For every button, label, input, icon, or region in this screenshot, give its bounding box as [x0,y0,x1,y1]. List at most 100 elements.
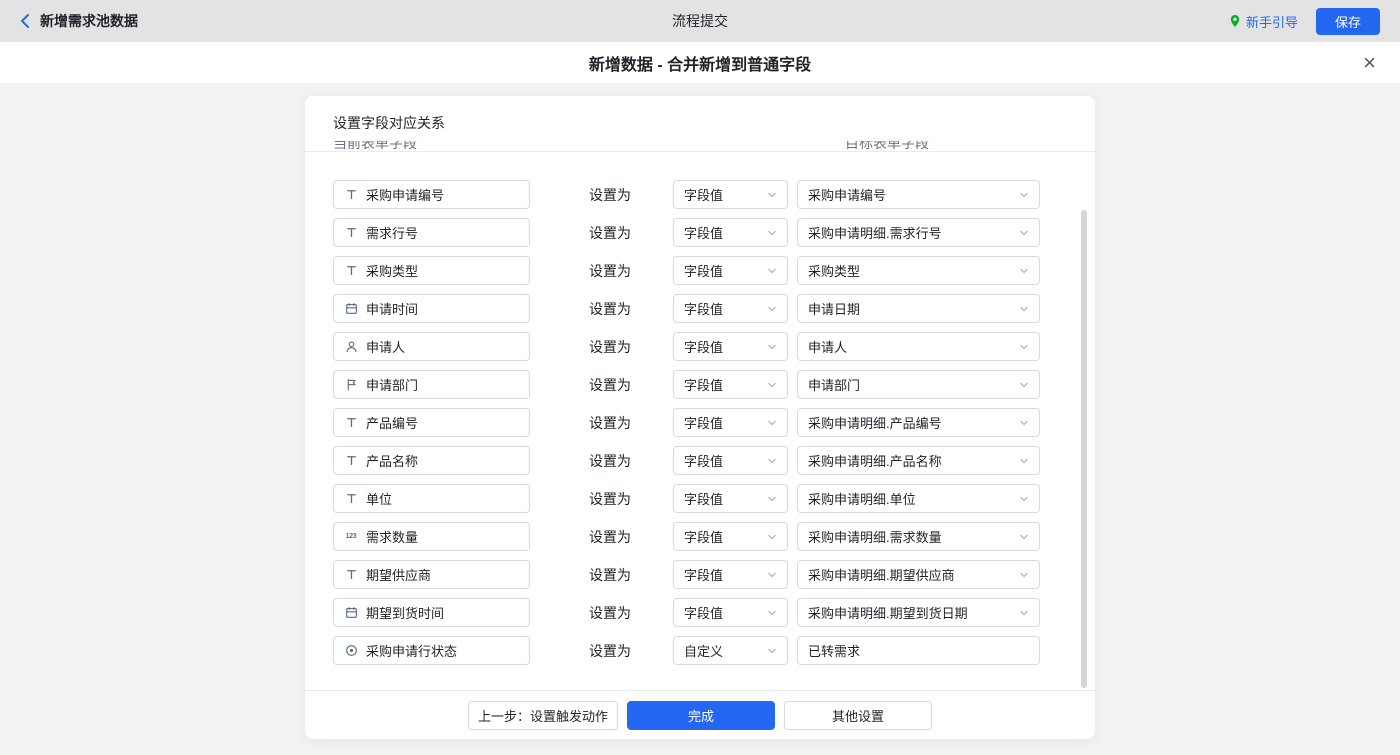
source-field[interactable]: 123 需求数量 [333,522,530,551]
number-field-icon: 123 [344,530,358,544]
target-field-value: 采购申请编号 [808,185,886,204]
mode-select[interactable]: 字段值 [673,408,788,437]
source-field[interactable]: 产品名称 [333,446,530,475]
target-field-value: 采购申请明细.单位 [808,489,916,508]
target-field-select[interactable]: 采购申请明细.期望供应商 [797,560,1040,589]
back-button[interactable] [20,13,30,29]
department-field-icon [344,378,358,392]
field-mapping-row: 采购申请编号 设置为 字段值 采购申请编号 [333,180,1095,209]
mode-select[interactable]: 字段值 [673,370,788,399]
source-field[interactable]: 申请部门 [333,370,530,399]
set-as-label: 设置为 [589,375,631,395]
mode-value: 字段值 [684,261,723,280]
dialog-body: 设置字段对应关系 当前表单字段 目标表单字段 采购申请编号 设置为 字段值 采购… [0,84,1400,755]
target-value: 已转需求 [808,641,860,660]
chevron-down-icon [1019,380,1029,390]
mode-value: 自定义 [684,641,723,660]
mode-select[interactable]: 字段值 [673,560,788,589]
target-field-select[interactable]: 采购申请编号 [797,180,1040,209]
target-field-value: 申请日期 [808,299,860,318]
target-field-select[interactable]: 采购类型 [797,256,1040,285]
mode-value: 字段值 [684,375,723,394]
target-field-value: 采购申请明细.需求行号 [808,223,942,242]
mode-value: 字段值 [684,185,723,204]
chevron-down-icon [767,380,777,390]
field-mapping-list: 采购申请编号 设置为 字段值 采购申请编号 需求行号 设置为 字段值 采购申请明… [305,152,1095,690]
mode-select[interactable]: 字段值 [673,522,788,551]
target-field-value: 采购申请明细.期望供应商 [808,565,955,584]
target-field-value: 采购申请明细.期望到货日期 [808,603,968,622]
mode-value: 字段值 [684,489,723,508]
chevron-down-icon [767,342,777,352]
mode-select[interactable]: 字段值 [673,598,788,627]
chevron-down-icon [1019,304,1029,314]
field-mapping-row: 期望到货时间 设置为 字段值 采购申请明细.期望到货日期 [333,598,1095,627]
mode-select[interactable]: 自定义 [673,636,788,665]
status-field-icon [344,644,358,658]
done-button[interactable]: 完成 [627,701,775,730]
source-field[interactable]: 申请人 [333,332,530,361]
source-field[interactable]: 产品编号 [333,408,530,437]
target-field-select[interactable]: 采购申请明细.单位 [797,484,1040,513]
mode-select[interactable]: 字段值 [673,332,788,361]
chevron-down-icon [1019,190,1029,200]
set-as-label: 设置为 [589,299,631,319]
target-field-select[interactable]: 采购申请明细.需求数量 [797,522,1040,551]
mode-select[interactable]: 字段值 [673,256,788,285]
mode-select[interactable]: 字段值 [673,446,788,475]
user-field-icon [344,340,358,354]
save-button[interactable]: 保存 [1316,8,1380,35]
vertical-scrollbar[interactable] [1081,210,1087,688]
source-field[interactable]: 期望供应商 [333,560,530,589]
source-field[interactable]: 需求行号 [333,218,530,247]
target-field-select[interactable]: 采购申请明细.产品名称 [797,446,1040,475]
mode-select[interactable]: 字段值 [673,218,788,247]
chevron-down-icon [767,608,777,618]
source-field[interactable]: 采购申请编号 [333,180,530,209]
source-field-label: 采购申请行状态 [366,641,457,660]
source-field-label: 申请时间 [366,299,418,318]
mode-value: 字段值 [684,565,723,584]
source-field[interactable]: 采购类型 [333,256,530,285]
other-settings-button[interactable]: 其他设置 [784,701,932,730]
source-field-label: 期望供应商 [366,565,431,584]
source-field-label: 单位 [366,489,392,508]
target-field-select[interactable]: 采购申请明细.期望到货日期 [797,598,1040,627]
target-field-select[interactable]: 采购申请明细.产品编号 [797,408,1040,437]
previous-step-button[interactable]: 上一步：设置触发动作 [468,701,618,730]
target-field-value: 申请部门 [808,375,860,394]
chevron-down-icon [1019,418,1029,428]
calendar-field-icon [344,302,358,316]
flow-name-label: 新增需求池数据 [40,11,138,31]
text-field-icon [344,226,358,240]
set-as-label: 设置为 [589,185,631,205]
chevron-down-icon [767,418,777,428]
mode-select[interactable]: 字段值 [673,180,788,209]
location-pin-icon [1229,14,1241,28]
source-field[interactable]: 申请时间 [333,294,530,323]
target-field-select[interactable]: 申请部门 [797,370,1040,399]
mode-select[interactable]: 字段值 [673,294,788,323]
source-field-label: 需求数量 [366,527,418,546]
field-mapping-row: 需求行号 设置为 字段值 采购申请明细.需求行号 [333,218,1095,247]
text-field-icon [344,568,358,582]
source-field[interactable]: 期望到货时间 [333,598,530,627]
clipped-column-headers: 当前表单字段 目标表单字段 [305,141,1095,152]
source-field-label: 产品编号 [366,413,418,432]
set-as-label: 设置为 [589,223,631,243]
target-value-input[interactable]: 已转需求 [797,636,1040,665]
source-field[interactable]: 单位 [333,484,530,513]
page-title: 流程提交 [672,11,728,31]
source-field[interactable]: 采购申请行状态 [333,636,530,665]
target-field-select[interactable]: 申请日期 [797,294,1040,323]
chevron-down-icon [1019,456,1029,466]
source-field-label: 需求行号 [366,223,418,242]
close-icon[interactable]: × [1363,52,1376,74]
text-field-icon [344,188,358,202]
target-field-select[interactable]: 采购申请明细.需求行号 [797,218,1040,247]
mode-select[interactable]: 字段值 [673,484,788,513]
mode-value: 字段值 [684,337,723,356]
beginner-guide-link[interactable]: 新手引导 [1229,12,1298,31]
target-field-select[interactable]: 申请人 [797,332,1040,361]
field-mapping-row: 期望供应商 设置为 字段值 采购申请明细.期望供应商 [333,560,1095,589]
